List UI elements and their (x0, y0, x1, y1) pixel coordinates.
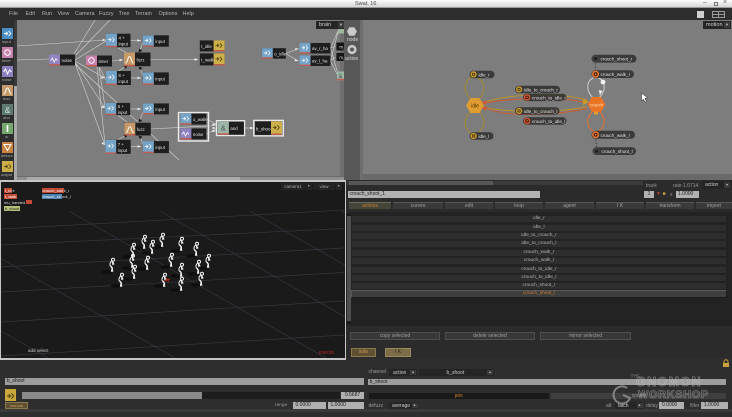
svg-text:o_idle: o_idle (274, 51, 286, 56)
svg-text:b_shoo: b_shoo (256, 126, 271, 131)
svg-text:WORKSHOP: WORKSHOP (638, 389, 709, 401)
svg-text:av_r_ha: av_r_ha (312, 46, 328, 51)
svg-text:t_walk: t_walk (201, 57, 214, 62)
svg-text:idle_r: idle_r (479, 72, 491, 77)
svg-text:noise: noise (62, 58, 73, 63)
svg-text:and: and (230, 126, 238, 131)
svg-text:crouch_shoot_r: crouch_shoot_r (601, 57, 633, 62)
svg-text:input: input (155, 39, 165, 44)
svg-text:input: input (119, 42, 129, 47)
svg-text:input: input (155, 145, 165, 150)
svg-text:idle_l: idle_l (479, 134, 490, 139)
svg-text:input: input (118, 148, 128, 153)
svg-text:idle_to_crouch_l: idle_to_crouch_l (524, 109, 557, 114)
svg-text:crouch: crouch (590, 103, 604, 108)
svg-text:crouch_to_idle_r: crouch_to_idle_r (532, 95, 566, 100)
svg-text:fuzz: fuzz (137, 57, 145, 62)
svg-text:input: input (118, 110, 128, 115)
svg-text:GNOMON: GNOMON (636, 375, 702, 389)
svg-text:input: input (155, 107, 165, 112)
svg-text:crouch_walk_l: crouch_walk_l (601, 133, 630, 138)
svg-text:idle: idle (471, 104, 479, 110)
svg-text:crouch_shoot_l: crouch_shoot_l (602, 149, 633, 154)
svg-text:crouch_to_idle_l: crouch_to_idle_l (532, 119, 565, 124)
svg-text:o_walk: o_walk (193, 117, 207, 122)
svg-text:5 +: 5 + (118, 104, 125, 109)
svg-text:noise: noise (193, 132, 204, 137)
svg-text:timer: timer (99, 59, 109, 64)
svg-text:av_l_ha: av_l_ha (312, 59, 328, 64)
svg-text:7 +: 7 + (118, 142, 125, 147)
svg-text:&: & (221, 126, 226, 133)
svg-text:input: input (155, 77, 165, 82)
svg-text:input: input (118, 79, 128, 84)
svg-text:8 +: 8 + (118, 73, 125, 78)
svg-text:t_idle: t_idle (201, 44, 212, 49)
svg-text:idle_to_crouch_r: idle_to_crouch_r (524, 87, 558, 92)
svg-text:fuzz: fuzz (137, 127, 145, 132)
svg-text:THE: THE (631, 374, 642, 380)
svg-text:&: & (339, 74, 343, 80)
svg-text:crouch_walk_r: crouch_walk_r (601, 72, 631, 77)
svg-text:&: & (5, 106, 11, 115)
svg-text:4 +: 4 + (119, 36, 126, 41)
